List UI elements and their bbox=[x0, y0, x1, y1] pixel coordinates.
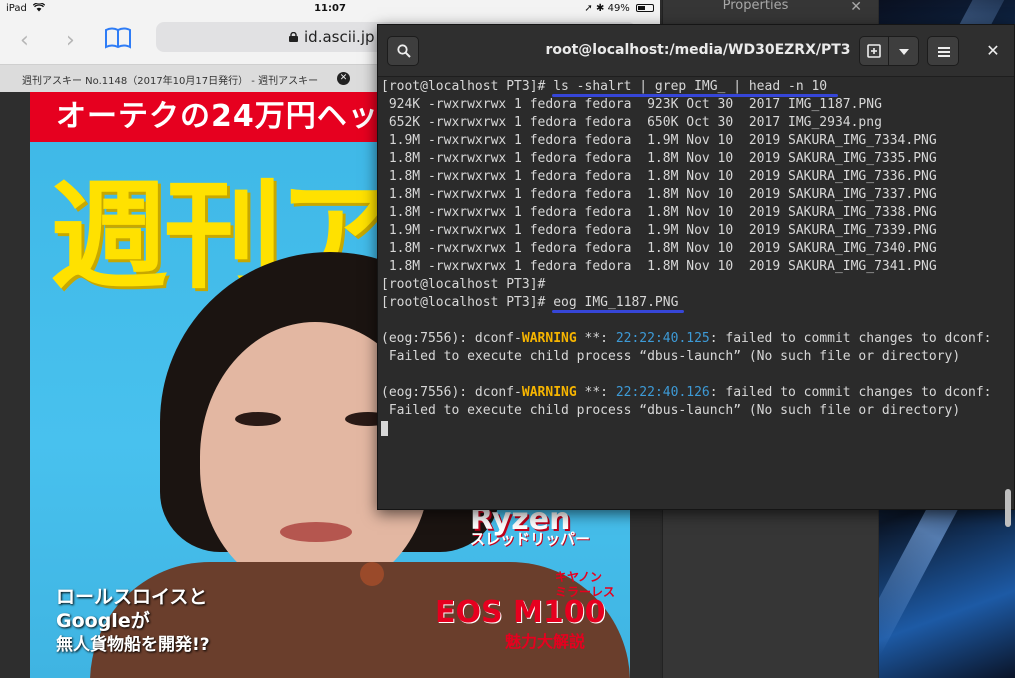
tab-title[interactable]: 週刊アスキー No.1148（2017年10月17日発行） - 週刊アスキー bbox=[22, 72, 318, 87]
magazine-eos-headline: EOS M100 bbox=[435, 595, 606, 630]
properties-close-icon[interactable]: ✕ bbox=[850, 0, 862, 15]
warning-output: (eog:7556): dconf-WARNING **: 22:22:40.1… bbox=[381, 330, 1014, 420]
file-row: 1.9M -rwxrwxrwx 1 fedora fedora 1.9M Nov… bbox=[381, 223, 937, 238]
battery-percent: 49% bbox=[607, 3, 630, 14]
magazine-rolls-line1: ロールスロイスと bbox=[56, 586, 208, 608]
magazine-eos-subtitle: 魅力大解説 bbox=[505, 632, 586, 651]
file-row: 1.8M -rwxrwxrwx 1 fedora fedora 1.8M Nov… bbox=[381, 169, 937, 184]
terminal-output[interactable]: [root@localhost PT3]# ls -shalrt | grep … bbox=[378, 77, 1014, 527]
empty-prompt-line: [root@localhost PT3]# bbox=[381, 277, 546, 292]
status-right: ➚ ✱ 49% bbox=[584, 3, 654, 14]
warning-line: (eog:7556): dconf-WARNING **: 22:22:40.1… bbox=[381, 385, 992, 400]
battery-icon bbox=[636, 4, 654, 12]
menu-button[interactable] bbox=[927, 36, 959, 66]
file-row: 1.8M -rwxrwxrwx 1 fedora fedora 1.8M Nov… bbox=[381, 259, 937, 274]
terminal-header-bar: root@localhost:/media/WD30EZRX/PT3 ✕ bbox=[378, 25, 1014, 77]
warning-detail-line: Failed to execute child process “dbus-la… bbox=[381, 403, 961, 418]
file-row: 1.8M -rwxrwxrwx 1 fedora fedora 1.8M Nov… bbox=[381, 205, 937, 220]
status-time: 11:07 bbox=[314, 3, 346, 14]
magazine-rolls-line3: 無人貨物船を開発!? bbox=[56, 635, 210, 655]
terminal-scrollbar[interactable] bbox=[1005, 489, 1011, 527]
command-underline bbox=[552, 94, 838, 97]
terminal-window: root@localhost:/media/WD30EZRX/PT3 ✕ [ro… bbox=[377, 24, 1015, 527]
cursor-line bbox=[381, 420, 1014, 438]
file-row: 1.8M -rwxrwxrwx 1 fedora fedora 1.8M Nov… bbox=[381, 187, 937, 202]
file-listing: 924K -rwxrwxrwx 1 fedora fedora 923K Oct… bbox=[381, 96, 1014, 276]
warning-detail-line: Failed to execute child process “dbus-la… bbox=[381, 349, 961, 364]
command-line: [root@localhost PT3]# eog IMG_1187.PNG bbox=[381, 295, 679, 310]
back-button[interactable]: ‹ bbox=[20, 28, 29, 53]
terminal-title: root@localhost:/media/WD30EZRX/PT3 bbox=[545, 42, 851, 58]
file-row: 652K -rwxrwxrwx 1 fedora fedora 650K Oct… bbox=[381, 115, 882, 130]
lock-icon bbox=[289, 32, 298, 42]
terminal-close-icon[interactable]: ✕ bbox=[978, 36, 1008, 66]
file-row: 1.8M -rwxrwxrwx 1 fedora fedora 1.8M Nov… bbox=[381, 241, 937, 256]
command-text: eog IMG_1187.PNG bbox=[553, 295, 679, 310]
magazine-rolls-line2: Googleが bbox=[56, 610, 150, 632]
text-cursor bbox=[381, 421, 388, 436]
command-underline bbox=[552, 310, 684, 313]
file-row: 1.8M -rwxrwxrwx 1 fedora fedora 1.8M Nov… bbox=[381, 151, 937, 166]
file-row: 924K -rwxrwxrwx 1 fedora fedora 923K Oct… bbox=[381, 97, 882, 112]
terminal-search-button[interactable] bbox=[387, 36, 419, 66]
ipad-status-bar: iPad 11:07 ➚ ✱ 49% bbox=[0, 0, 660, 18]
search-icon bbox=[397, 44, 411, 58]
url-text[interactable]: id.ascii.jp bbox=[304, 28, 375, 46]
location-icon: ➚ bbox=[584, 3, 593, 14]
cover-model-earring bbox=[360, 562, 384, 586]
new-tab-icon bbox=[867, 44, 881, 58]
command-text: ls -shalrt | grep IMG_ | head -n 10 bbox=[553, 79, 828, 94]
bookmarks-icon[interactable] bbox=[104, 26, 132, 50]
tab-dropdown-button[interactable] bbox=[889, 36, 919, 66]
new-tab-button[interactable] bbox=[859, 36, 889, 66]
properties-title: Properties bbox=[722, 0, 789, 13]
magazine-headline-threadripper: スレッドリッパー bbox=[470, 530, 591, 548]
cover-model-eye-left bbox=[235, 412, 281, 426]
hamburger-icon bbox=[938, 47, 950, 57]
forward-button[interactable]: › bbox=[66, 28, 75, 53]
warning-line: (eog:7556): dconf-WARNING **: 22:22:40.1… bbox=[381, 331, 992, 346]
cover-model-lips bbox=[280, 522, 352, 542]
tab-close-icon[interactable]: ✕ bbox=[337, 72, 350, 85]
bluetooth-icon: ✱ bbox=[596, 3, 605, 14]
file-row: 1.9M -rwxrwxrwx 1 fedora fedora 1.9M Nov… bbox=[381, 133, 937, 148]
chevron-down-icon bbox=[899, 49, 909, 55]
